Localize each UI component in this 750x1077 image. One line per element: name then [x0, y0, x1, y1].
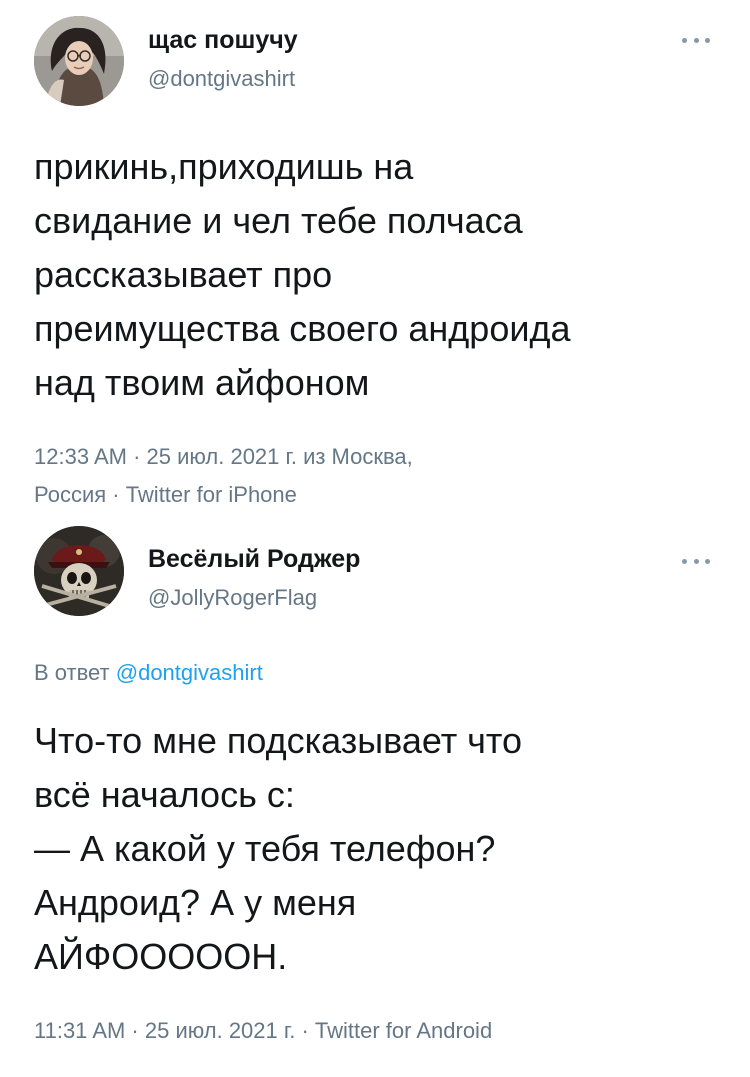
user-avatar[interactable] [34, 526, 124, 616]
user-avatar[interactable] [34, 16, 124, 106]
more-options-button[interactable] [676, 551, 716, 571]
more-dots-icon [705, 37, 710, 43]
more-dots-icon [682, 558, 687, 564]
reply-prefix: В ответ [34, 660, 116, 685]
tweet-text: прикинь,приходишь на свидание и чел тебе… [34, 146, 571, 403]
user-handle[interactable]: @JollyRogerFlag [148, 585, 317, 611]
more-options-button[interactable] [676, 30, 716, 50]
tweet-timestamp-location[interactable]: 12:33 AM · 25 июл. 2021 г. из Москва, [34, 438, 654, 476]
tweet-metadata: 11:31 AM · 25 июл. 2021 г. · Twitter for… [34, 1012, 734, 1050]
more-dots-icon [682, 37, 687, 43]
display-name[interactable]: щас пошучу [148, 26, 298, 55]
user-photo-avatar-icon [34, 16, 124, 106]
tweet-metadata: 12:33 AM · 25 июл. 2021 г. из Москва, Ро… [34, 438, 654, 514]
tweet-timestamp-source[interactable]: 11:31 AM · 25 июл. 2021 г. · Twitter for… [34, 1012, 734, 1050]
user-handle[interactable]: @dontgivashirt [148, 66, 295, 92]
tweet-source[interactable]: Россия · Twitter for iPhone [34, 476, 654, 514]
more-dots-icon [705, 558, 710, 564]
tweet-text: Что-то мне подсказывает что всё началось… [34, 720, 523, 977]
reply-handle-link[interactable]: @dontgivashirt [116, 660, 263, 685]
more-dots-icon [693, 558, 699, 564]
reply-context: В ответ @dontgivashirt [34, 660, 263, 686]
display-name[interactable]: Весёлый Роджер [148, 545, 360, 574]
skull-avatar-icon [34, 526, 124, 616]
more-dots-icon [693, 37, 699, 43]
